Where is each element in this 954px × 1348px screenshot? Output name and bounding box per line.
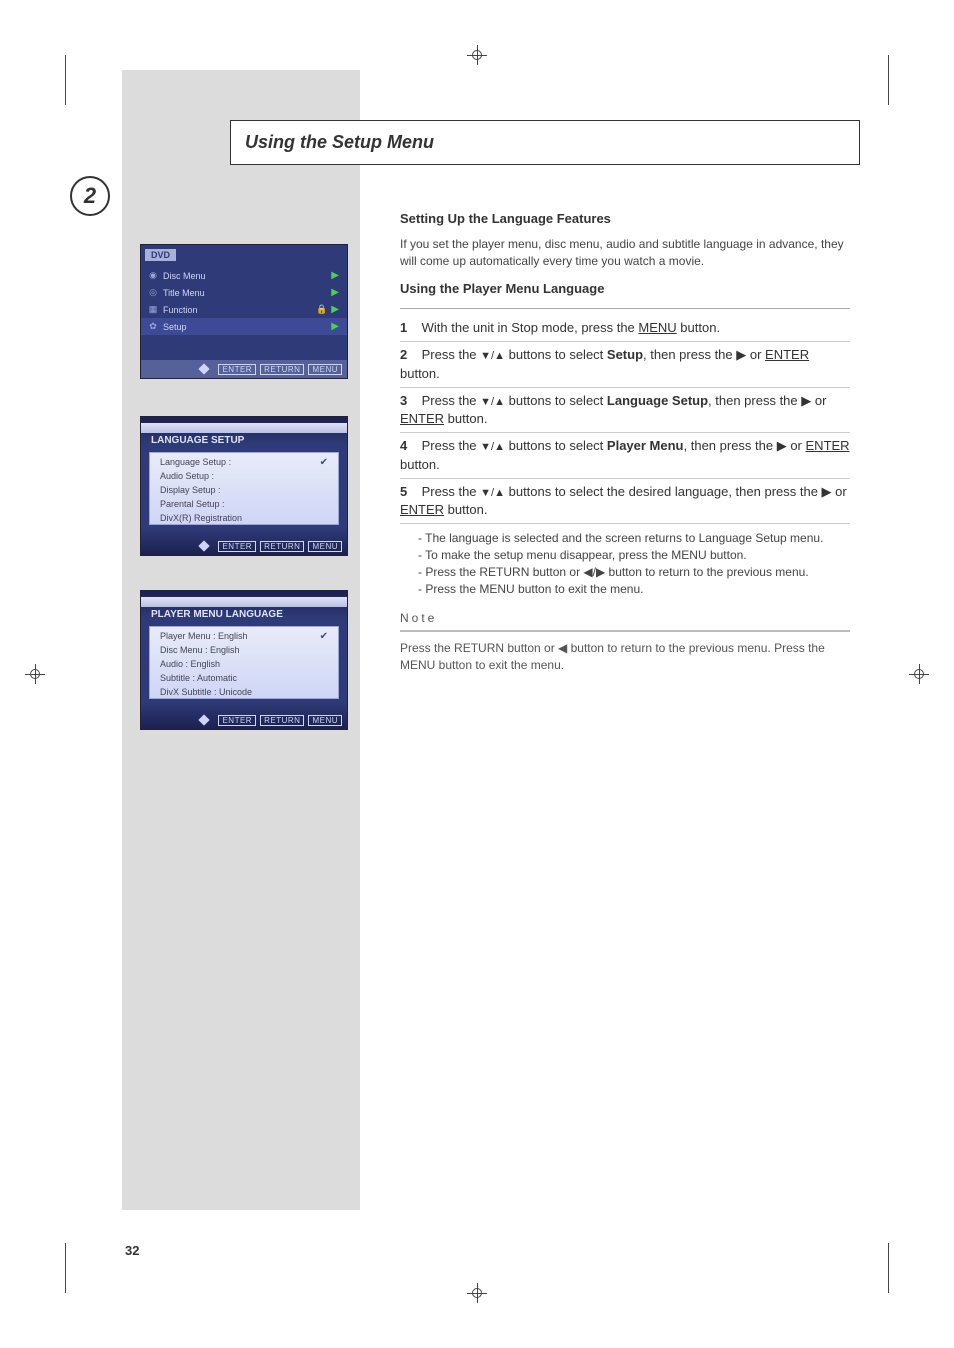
osd-item: Disc Menu : English xyxy=(160,645,240,655)
osd-item: Audio : English xyxy=(160,659,220,669)
osd-footer-enter: ENTER xyxy=(218,364,256,375)
osd-footer-menu: MENU xyxy=(308,364,342,375)
crop-mark xyxy=(849,1243,889,1293)
osd-item: Display Setup : xyxy=(160,485,221,495)
play-icon: ▶ xyxy=(331,287,339,298)
instruction-step-5: 5 Press the ▼/▲ buttons to select the de… xyxy=(400,483,850,520)
osd-item: Language Setup : xyxy=(160,457,231,467)
osd-row-function: ▦ Function 🔒 ▶ xyxy=(141,301,347,318)
instruction-bullet: - To make the setup menu disappear, pres… xyxy=(418,547,850,564)
osd-footer-menu: MENU xyxy=(308,541,342,552)
registration-mark xyxy=(25,664,45,684)
instruction-step-1: 1 With the unit in Stop mode, press the … xyxy=(400,319,850,337)
instructions-block: Setting Up the Language Features If you … xyxy=(400,210,850,674)
up-arrow-icon xyxy=(215,1254,271,1278)
section-title: Using the Setup Menu xyxy=(230,120,860,165)
step-badge: 2 xyxy=(70,176,110,216)
osd-footer: ENTER RETURN MENU xyxy=(141,711,347,729)
osd-footer-menu: MENU xyxy=(308,715,342,726)
step-number: 2 xyxy=(84,183,96,209)
instruction-bullet: - The language is selected and the scree… xyxy=(418,530,850,547)
instructions-heading: Setting Up the Language Features xyxy=(400,210,850,228)
osd-item: DivX(R) Registration xyxy=(160,513,242,523)
osd-item: Parental Setup : xyxy=(160,499,225,509)
osd-footer-enter: ENTER xyxy=(218,541,256,552)
osd-row-label: Disc Menu xyxy=(163,271,206,281)
instructions-intro: If you set the player menu, disc menu, a… xyxy=(400,236,850,270)
osd-tab: DVD xyxy=(145,249,176,261)
osd-title: LANGUAGE SETUP xyxy=(151,435,244,446)
instruction-bullet: - Press the MENU button to exit the menu… xyxy=(418,581,850,598)
osd-footer: ENTER RETURN MENU xyxy=(141,360,347,378)
registration-mark xyxy=(467,1283,487,1303)
osd-footer-return: RETURN xyxy=(260,541,304,552)
gear-icon: ✿ xyxy=(147,321,159,333)
osd-item: Subtitle : Automatic xyxy=(160,673,237,683)
osd-screenshot-3: PLAYER MENU LANGUAGE Player Menu : Engli… xyxy=(140,590,348,730)
title-icon: ◎ xyxy=(147,287,159,299)
play-icon: ▶ xyxy=(331,321,339,332)
nav-dpad-icon xyxy=(194,363,214,375)
osd-item: DivX Subtitle : Unicode xyxy=(160,687,252,697)
nav-dpad-icon xyxy=(194,540,214,552)
osd-footer-return: RETURN xyxy=(260,364,304,375)
osd-footer-enter: ENTER xyxy=(218,715,256,726)
osd-row-label: Setup xyxy=(163,322,187,332)
lock-icon: 🔒 xyxy=(316,304,327,314)
crop-mark xyxy=(65,55,105,105)
page-number: 32 xyxy=(125,1243,139,1258)
osd-row-setup: ✿ Setup ▶ xyxy=(141,318,347,335)
instruction-bullet: - Press the RETURN button or ◀/▶ button … xyxy=(418,564,850,581)
note-label: Note xyxy=(400,610,850,627)
osd-item: Player Menu : English xyxy=(160,631,248,641)
osd-row-label: Title Menu xyxy=(163,288,205,298)
section-title-text: Using the Setup Menu xyxy=(245,132,434,153)
check-icon: ✔ xyxy=(320,631,328,642)
play-icon: ▶ xyxy=(331,270,339,281)
osd-title: PLAYER MENU LANGUAGE xyxy=(151,609,283,620)
instruction-step-3: 3 Press the ▼/▲ buttons to select Langua… xyxy=(400,392,850,429)
osd-footer-return: RETURN xyxy=(260,715,304,726)
osd-screenshot-2: LANGUAGE SETUP Language Setup : ✔ Audio … xyxy=(140,416,348,556)
note-text: Press the RETURN button or ◀ button to r… xyxy=(400,640,850,674)
registration-mark xyxy=(467,45,487,65)
osd-row-label: Function xyxy=(163,305,198,315)
instruction-step-2: 2 Press the ▼/▲ buttons to select Setup,… xyxy=(400,346,850,383)
check-icon: ✔ xyxy=(320,457,328,468)
instructions-subhead: Using the Player Menu Language xyxy=(400,280,850,298)
instruction-step-4: 4 Press the ▼/▲ buttons to select Player… xyxy=(400,437,850,474)
crop-mark xyxy=(849,55,889,105)
osd-footer: ENTER RETURN MENU xyxy=(141,537,347,555)
disc-icon: ◉ xyxy=(147,270,159,282)
grid-icon: ▦ xyxy=(147,304,159,316)
osd-screenshot-1: DVD ◉ Disc Menu ▶ ◎ Title Menu ▶ ▦ Funct… xyxy=(140,244,348,379)
play-icon: ▶ xyxy=(331,304,339,315)
osd-item: Audio Setup : xyxy=(160,471,214,481)
nav-dpad-icon xyxy=(194,714,214,726)
osd-row-disc-menu: ◉ Disc Menu ▶ xyxy=(141,267,347,284)
registration-mark xyxy=(909,664,929,684)
crop-mark xyxy=(65,1243,105,1293)
osd-row-title-menu: ◎ Title Menu ▶ xyxy=(141,284,347,301)
